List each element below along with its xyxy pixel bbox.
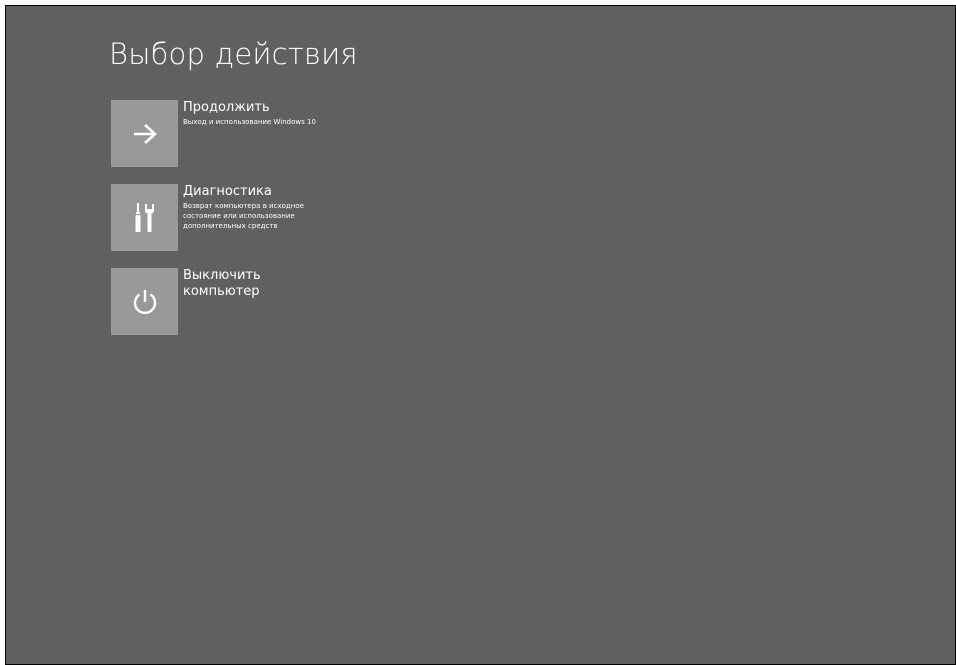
recovery-screen: Выбор действия Продолжить Выход и исполь… bbox=[5, 5, 956, 665]
shutdown-text: Выключить компьютер bbox=[183, 268, 343, 300]
troubleshoot-description: Возврат компьютера в исходное состояние … bbox=[183, 202, 304, 230]
continue-option[interactable]: Продолжить Выход и использование Windows… bbox=[111, 100, 411, 168]
shutdown-tile[interactable] bbox=[111, 268, 178, 335]
page-title: Выбор действия bbox=[109, 37, 358, 71]
troubleshoot-text: Диагностика Возврат компьютера в исходно… bbox=[183, 184, 343, 231]
arrow-right-icon bbox=[132, 123, 158, 145]
continue-label: Продолжить bbox=[183, 100, 270, 115]
troubleshoot-label: Диагностика bbox=[183, 184, 272, 199]
continue-description: Выход и использование Windows 10 bbox=[183, 118, 316, 126]
troubleshoot-option[interactable]: Диагностика Возврат компьютера в исходно… bbox=[111, 184, 411, 252]
shutdown-option[interactable]: Выключить компьютер bbox=[111, 268, 411, 336]
tools-icon bbox=[132, 201, 158, 235]
shutdown-label: Выключить компьютер bbox=[183, 268, 261, 299]
power-icon bbox=[130, 287, 160, 317]
troubleshoot-tile[interactable] bbox=[111, 184, 178, 251]
continue-tile[interactable] bbox=[111, 100, 178, 167]
continue-text: Продолжить Выход и использование Windows… bbox=[183, 100, 343, 127]
